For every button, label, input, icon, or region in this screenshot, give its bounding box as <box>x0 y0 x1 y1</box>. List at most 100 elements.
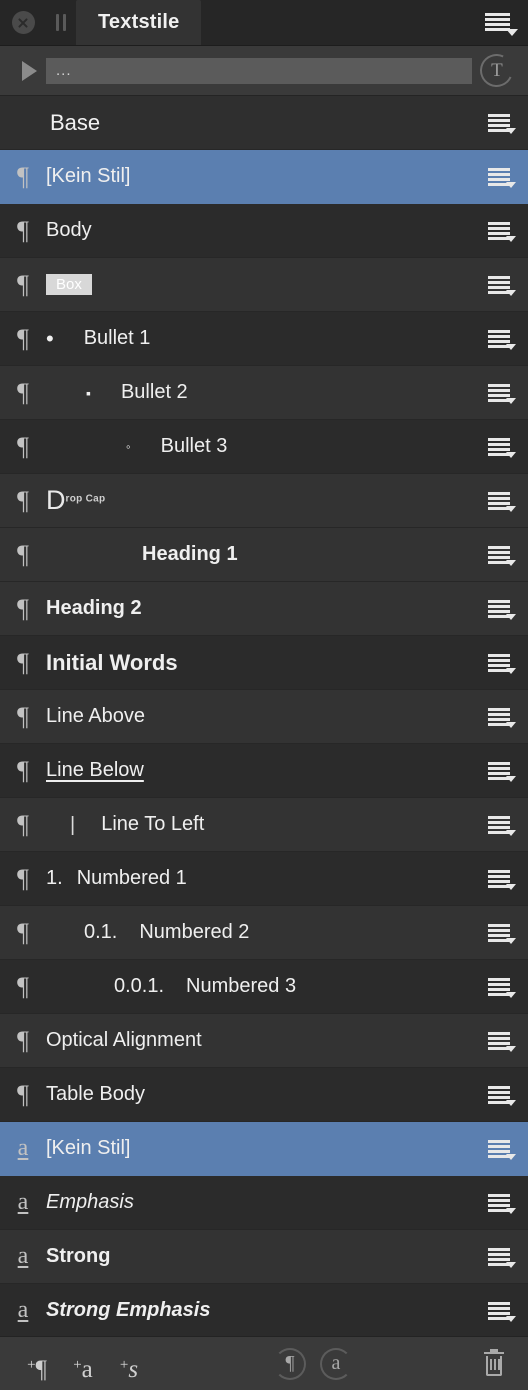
style-list-row[interactable]: ¶ Heading 1 <box>0 528 528 582</box>
row-options-menu-button[interactable] <box>474 1246 528 1268</box>
text-tool-button[interactable]: T <box>472 49 520 92</box>
row-options-menu-button[interactable] <box>474 976 528 998</box>
character-style-icon: a <box>17 1189 29 1215</box>
style-name: Line To Left <box>101 813 205 835</box>
style-name: [Kein Stil] <box>46 1137 131 1159</box>
style-list-row[interactable]: a Strong Emphasis <box>0 1284 528 1336</box>
style-row-label: ◦ Bullet 3 <box>46 435 474 458</box>
style-name: Box <box>46 274 92 295</box>
filter-character-styles-button[interactable]: a <box>313 1342 359 1386</box>
style-list-row[interactable]: ¶ Body <box>0 204 528 258</box>
style-list-row[interactable]: ¶ 0.1. Numbered 2 <box>0 906 528 960</box>
dropcap-rest: rop Cap <box>65 492 106 504</box>
style-row-label: Strong Emphasis <box>46 1299 474 1322</box>
style-list-row[interactable]: ¶ 1. Numbered 1 <box>0 852 528 906</box>
style-list-marker: ▪ <box>86 384 91 401</box>
style-name: Base <box>50 109 101 135</box>
style-list-marker: 0.1. <box>84 921 118 943</box>
paragraph-style-icon: ¶ <box>17 1025 29 1055</box>
style-list-row[interactable]: ¶ ▪ Bullet 2 <box>0 366 528 420</box>
tab-label: Textstile <box>98 11 180 33</box>
style-row-label: 0.0.1. Numbered 3 <box>46 975 474 998</box>
character-filter-icon: a <box>320 1347 352 1380</box>
row-options-menu-icon <box>488 760 516 782</box>
row-options-menu-button[interactable] <box>474 166 528 188</box>
row-options-menu-button[interactable] <box>474 274 528 296</box>
style-list[interactable]: Base ¶ [Kein Stil] ¶ Body ¶ Box ¶ • Bullet 1 ¶ ▪ Bul… <box>0 96 528 1336</box>
style-name: Optical Alignment <box>46 1029 202 1051</box>
style-list-row[interactable]: ¶ Line Above <box>0 690 528 744</box>
row-options-menu-button[interactable] <box>474 868 528 890</box>
text-styles-panel: Textstile ... T Base ¶ [Kein Stil] ¶ Body ¶ Bo… <box>0 0 528 1390</box>
new-character-style-button[interactable]: + a <box>60 1342 106 1386</box>
paragraph-style-icon: ¶ <box>17 701 29 731</box>
row-options-menu-button[interactable] <box>474 490 528 512</box>
row-options-menu-icon <box>488 706 516 728</box>
row-options-menu-icon <box>488 1246 516 1268</box>
row-options-menu-icon <box>488 490 516 512</box>
row-options-menu-icon <box>488 166 516 188</box>
row-options-menu-button[interactable] <box>474 1084 528 1106</box>
style-list-row[interactable]: a Strong <box>0 1230 528 1284</box>
row-options-menu-button[interactable] <box>474 220 528 242</box>
style-list-row[interactable]: a Emphasis <box>0 1176 528 1230</box>
search-input-value: ... <box>56 62 72 79</box>
style-list-row[interactable]: a [Kein Stil] <box>0 1122 528 1176</box>
drag-handle-icon[interactable] <box>46 0 76 45</box>
style-list-row[interactable]: ¶ Optical Alignment <box>0 1014 528 1068</box>
row-options-menu-button[interactable] <box>474 1300 528 1322</box>
delete-style-button[interactable] <box>474 1348 514 1376</box>
style-row-label: Base <box>46 110 474 136</box>
style-group-row[interactable]: Base <box>0 96 528 150</box>
paragraph-style-icon: ¶ <box>17 485 29 515</box>
row-options-menu-button[interactable] <box>474 382 528 404</box>
row-options-menu-button[interactable] <box>474 436 528 458</box>
style-list-row[interactable]: ¶ • Bullet 1 <box>0 312 528 366</box>
style-list-row[interactable]: ¶ 0.0.1. Numbered 3 <box>0 960 528 1014</box>
filter-paragraph-styles-button[interactable]: ¶ <box>267 1342 313 1386</box>
row-options-menu-icon <box>488 1030 516 1052</box>
style-row-label: | Line To Left <box>46 813 474 836</box>
tab-textstile[interactable]: Textstile <box>76 0 202 45</box>
style-name: Numbered 3 <box>186 975 297 997</box>
row-options-menu-button[interactable] <box>474 706 528 728</box>
new-paragraph-style-button[interactable]: + ¶ <box>14 1342 60 1386</box>
style-name: Emphasis <box>46 1191 134 1213</box>
style-name: Heading 1 <box>142 543 238 565</box>
style-list-row[interactable]: ¶ | Line To Left <box>0 798 528 852</box>
style-list-row[interactable]: ¶ Box <box>0 258 528 312</box>
row-options-menu-button[interactable] <box>474 1030 528 1052</box>
style-name: Heading 2 <box>46 597 142 619</box>
style-list-row[interactable]: ¶ ◦ Bullet 3 <box>0 420 528 474</box>
style-list-row[interactable]: ¶ [Kein Stil] <box>0 150 528 204</box>
style-list-row[interactable]: ¶ Drop Cap <box>0 474 528 528</box>
row-options-menu-button[interactable] <box>474 652 528 674</box>
style-name: Body <box>46 219 92 241</box>
row-options-menu-button[interactable] <box>474 814 528 836</box>
style-list-row[interactable]: ¶ Line Below <box>0 744 528 798</box>
row-options-menu-icon <box>488 436 516 458</box>
row-options-menu-button[interactable] <box>474 544 528 566</box>
row-options-menu-icon <box>488 1138 516 1160</box>
row-options-menu-button[interactable] <box>474 922 528 944</box>
paragraph-filter-icon: ¶ <box>274 1347 306 1380</box>
close-panel-button[interactable] <box>0 0 46 45</box>
row-options-menu-button[interactable] <box>474 598 528 620</box>
panel-menu-button[interactable] <box>472 0 528 45</box>
row-options-menu-button[interactable] <box>474 1138 528 1160</box>
row-options-menu-button[interactable] <box>474 328 528 350</box>
plus-icon: + <box>73 1356 82 1373</box>
disclosure-triangle-icon[interactable] <box>12 60 46 81</box>
paragraph-style-icon: ¶ <box>17 863 29 893</box>
hamburger-menu-icon <box>485 11 518 36</box>
row-options-menu-button[interactable] <box>474 112 528 134</box>
style-list-row[interactable]: ¶ Heading 2 <box>0 582 528 636</box>
style-list-row[interactable]: ¶ Initial Words <box>0 636 528 690</box>
row-options-menu-button[interactable] <box>474 760 528 782</box>
style-list-row[interactable]: ¶ Table Body <box>0 1068 528 1122</box>
row-options-menu-button[interactable] <box>474 1192 528 1214</box>
new-style-set-button[interactable]: + s <box>106 1342 152 1386</box>
style-name: Drop Cap <box>46 487 105 515</box>
search-input[interactable]: ... <box>46 57 472 84</box>
style-name: Numbered 2 <box>139 921 250 943</box>
